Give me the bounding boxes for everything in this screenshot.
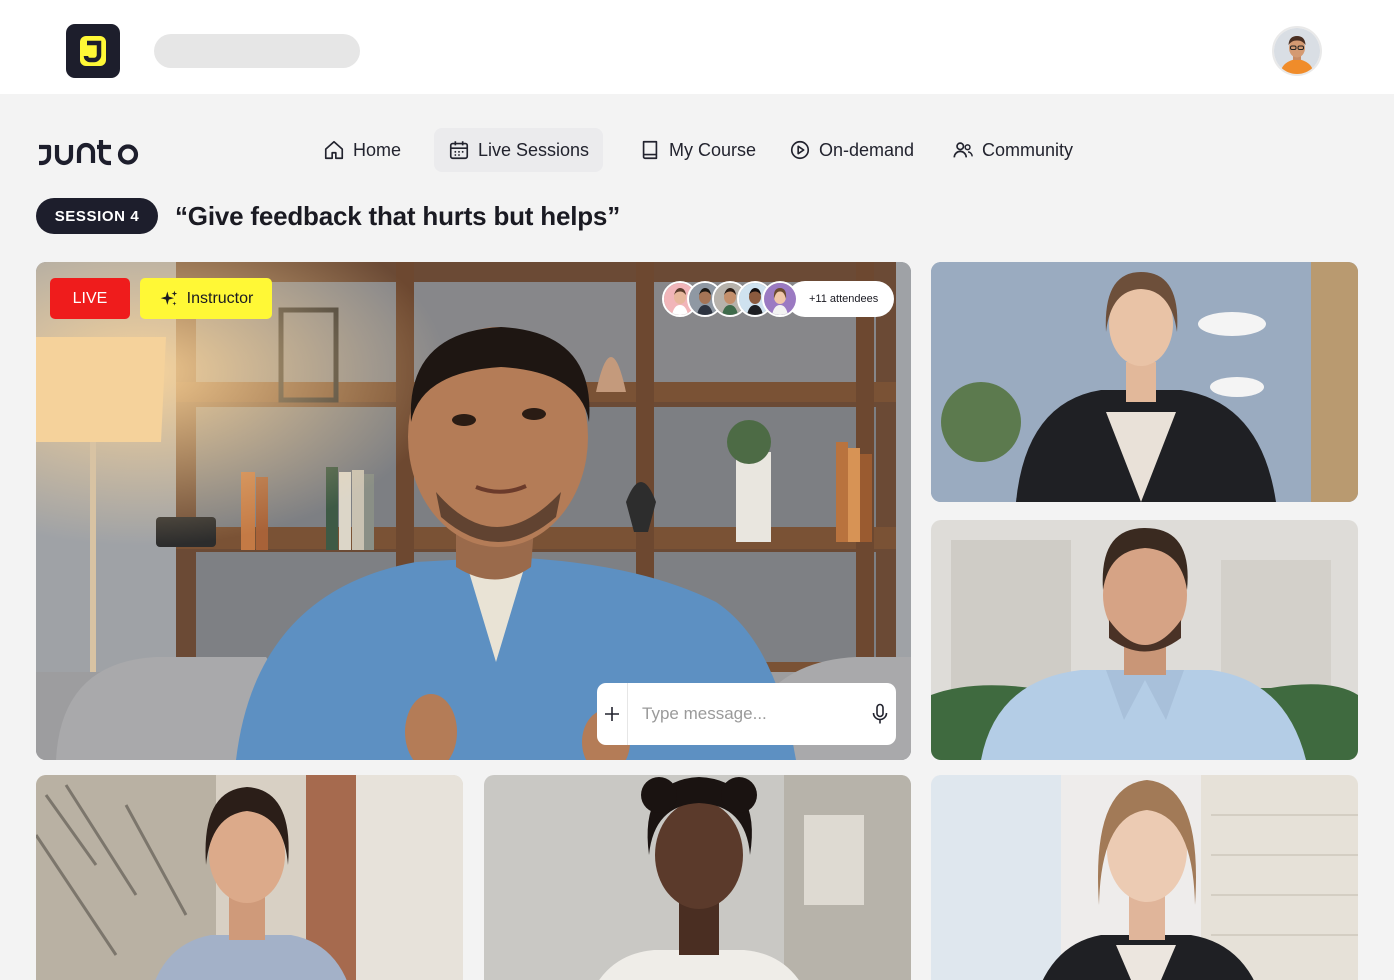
participant-video-feed xyxy=(931,775,1358,980)
participant-tile[interactable] xyxy=(931,262,1358,502)
attendee-avatar xyxy=(762,281,798,317)
calendar-icon xyxy=(449,141,469,160)
nav-live-sessions[interactable]: Live Sessions xyxy=(434,128,604,172)
participant-video-feed xyxy=(931,520,1358,760)
nav-on-demand[interactable]: On-demand xyxy=(775,128,928,172)
brand-logo[interactable] xyxy=(36,134,140,175)
nav-home-label: Home xyxy=(353,139,402,160)
nav-my-course-label: My Course xyxy=(669,139,757,160)
participant-video-feed xyxy=(36,775,463,980)
play-circle-icon xyxy=(790,140,810,160)
microphone-icon xyxy=(872,703,887,724)
participant-tile[interactable] xyxy=(931,775,1358,980)
participant-video-feed xyxy=(931,262,1358,502)
participant-tile[interactable] xyxy=(36,775,463,980)
nav-community-label: Community xyxy=(982,139,1074,160)
microphone-button[interactable] xyxy=(863,683,896,745)
search-bar-placeholder[interactable] xyxy=(154,34,360,68)
main-video-tile[interactable]: LIVE Instructor +11 attendees xyxy=(36,262,911,760)
live-badge: LIVE xyxy=(50,278,130,319)
session-title: “Give feedback that hurts but helps” xyxy=(175,201,620,231)
nav-my-course[interactable]: My Course xyxy=(625,128,770,172)
nav-community[interactable]: Community xyxy=(938,128,1087,172)
logo-j-icon xyxy=(80,36,106,66)
session-badge: SESSION 4 xyxy=(36,198,158,234)
chat-box xyxy=(597,683,896,745)
book-icon xyxy=(642,140,658,160)
nav-on-demand-label: On-demand xyxy=(819,139,915,160)
home-icon xyxy=(324,140,344,160)
top-bar xyxy=(0,0,1394,94)
participant-tile[interactable] xyxy=(484,775,911,980)
instructor-label: Instructor xyxy=(186,289,254,307)
nav-live-sessions-label: Live Sessions xyxy=(478,139,590,160)
instructor-badge: Instructor xyxy=(140,278,272,319)
plus-icon xyxy=(605,707,620,721)
sparkle-icon xyxy=(160,290,177,306)
participant-tile[interactable] xyxy=(931,520,1358,760)
attendee-count: +11 attendees xyxy=(787,281,895,317)
junto-wordmark-icon xyxy=(39,140,139,166)
app-logo[interactable] xyxy=(66,24,120,78)
nav-home[interactable]: Home xyxy=(309,128,415,172)
user-avatar[interactable] xyxy=(1272,26,1322,76)
message-input[interactable] xyxy=(628,704,864,724)
attendees-group[interactable]: +11 attendees xyxy=(662,279,895,319)
add-attachment-button[interactable] xyxy=(597,683,629,745)
users-icon xyxy=(953,142,973,158)
participant-video-feed xyxy=(484,775,911,980)
